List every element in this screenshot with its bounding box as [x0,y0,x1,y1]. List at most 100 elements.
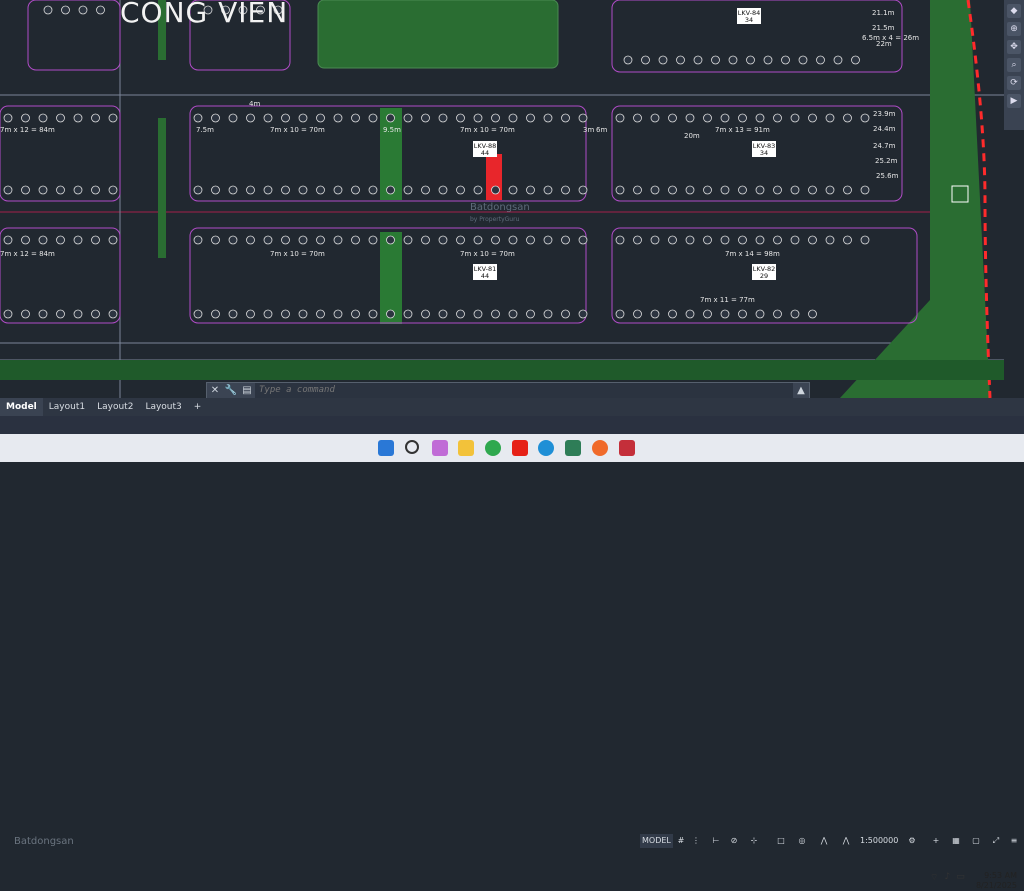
lot-number-marker [526,113,535,123]
lot-number-marker [790,113,800,123]
command-line: ✕ 🔧 ▤ ▲ [206,382,810,398]
scale-selector[interactable]: 1:500000 [860,834,898,848]
lot-number-marker [421,235,430,245]
lot-number-marker [491,235,500,245]
lot-number-marker [508,113,518,123]
lot-number-marker [263,309,273,319]
lot-number-marker [543,185,553,195]
orbit-icon[interactable]: ⟳ [1007,76,1021,90]
lot-number-marker [561,235,570,245]
app-icon[interactable] [565,440,581,456]
lot-number-marker [703,309,712,319]
lot-number-marker [61,5,70,15]
lot-number-marker [860,235,870,245]
command-history-icon[interactable]: ▤ [239,383,255,398]
model-space-toggle[interactable]: MODEL [640,834,673,848]
tab-model[interactable]: Model [0,398,43,416]
tab-layout3[interactable]: Layout3 [139,398,187,416]
lot-number-marker [843,235,852,245]
lot-number-marker [650,235,660,245]
autocad-icon[interactable] [619,440,635,456]
lot-number-marker [351,185,360,195]
lot-number-marker [193,113,203,123]
isodraft-icon[interactable]: ⊹ [748,834,760,848]
windows-taskbar: ⌔ ♪ ▭ 9:53 AM 8/21/2025 [0,434,1024,890]
lot-number-marker [333,309,343,319]
ortho-icon[interactable]: ⊢ [710,834,722,848]
search-icon[interactable] [405,440,419,454]
lot-number-marker [421,113,430,123]
command-input[interactable] [255,383,793,398]
chrome-profile-icon[interactable] [592,440,608,456]
lot-number-marker [78,5,88,15]
site-plan: LKV-8434LKV-8844LKV-8334LKV-8144LKV-8229… [0,0,1004,398]
edge-icon[interactable] [538,440,554,456]
volume-icon[interactable]: ♪ [944,872,950,883]
navigation-bar: ◆ ⊕ ✥ ⌕ ⟳ ▶ [1004,0,1024,130]
snap-icon[interactable]: ⋮ [690,834,702,848]
annotation-visibility-icon[interactable]: ⋀ [840,834,852,848]
block-count: 34 [745,16,753,24]
tab-layout2[interactable]: Layout2 [91,398,139,416]
lot-number-marker [316,113,325,123]
park-title: CONG VIEN [120,0,289,29]
wifi-icon[interactable]: ⌔ [930,872,938,883]
grid-icon[interactable]: # [675,834,687,848]
add-layout-button[interactable]: + [188,398,208,416]
lot-number-marker [456,185,465,195]
lot-number-marker [108,309,118,319]
steering-wheel-icon[interactable]: ⊕ [1007,22,1021,36]
lot-number-marker [456,309,465,319]
lot-number-marker [738,113,747,123]
fullscreen-icon[interactable]: ⤢ [990,834,1002,848]
lot-number-marker [263,113,273,123]
lot-number-marker [738,235,747,245]
lot-number-marker [438,235,448,245]
lot-number-marker [561,185,570,195]
annotation-icon[interactable]: ⋀ [818,834,830,848]
copilot-icon[interactable] [432,440,448,456]
menu-icon[interactable]: ≡ [1008,834,1020,848]
osnap-icon[interactable]: □ [775,834,787,848]
youtube-icon[interactable] [512,440,528,456]
setback-label: 4m [249,100,260,108]
clock[interactable]: 9:53 AM 8/21/2025 [975,871,1017,891]
workspace-icon[interactable]: ▦ [950,834,962,848]
date: 8/21/2025 [975,881,1017,890]
lot-number-marker [773,309,782,319]
pan-icon[interactable]: ✥ [1007,40,1021,54]
customize-icon[interactable]: 🔧 [223,383,239,398]
chrome-icon[interactable] [485,440,501,456]
lot-number-marker [808,235,817,245]
setback-label: 9.5m [383,126,401,134]
windows-start-icon[interactable] [378,440,394,456]
isolate-icon[interactable]: ▢ [970,834,982,848]
battery-icon[interactable]: ▭ [956,872,965,883]
lot-number-marker [403,185,413,195]
lot-number-marker [773,185,782,195]
viewcube-icon[interactable]: ◆ [1007,4,1021,18]
lot-number-marker [843,113,852,123]
add-icon[interactable]: + [930,834,942,848]
dimension-label: 7m x 14 = 98m [725,250,780,258]
drawing-canvas[interactable]: LKV-84 34 LKV-88 44 LKV-83 34 LKV-81 44 LKV-82 29… [0,0,1024,398]
lot-number-marker [368,235,378,245]
tab-layout1[interactable]: Layout1 [43,398,91,416]
layout-tabs: Model Layout1 Layout2 Layout3 + [0,398,1024,416]
lot-number-marker [298,185,308,195]
polar-icon[interactable]: ⊘ [728,834,740,848]
file-explorer-icon[interactable] [458,440,474,456]
lot-number-marker [43,5,53,15]
close-icon[interactable]: ✕ [207,383,223,398]
block-count: 44 [481,272,489,280]
lot-number-marker [228,235,238,245]
dimension-label: 7m x 10 = 70m [270,126,325,134]
lot-number-marker [843,185,852,195]
otrack-icon[interactable]: ◎ [796,834,808,848]
lot-number-marker [703,185,712,195]
showmotion-icon[interactable]: ▶ [1007,94,1021,108]
zoom-icon[interactable]: ⌕ [1007,58,1021,72]
scroll-up-icon[interactable]: ▲ [793,383,809,398]
settings-icon[interactable]: ⚙ [906,834,918,848]
lot-number-marker [333,235,343,245]
